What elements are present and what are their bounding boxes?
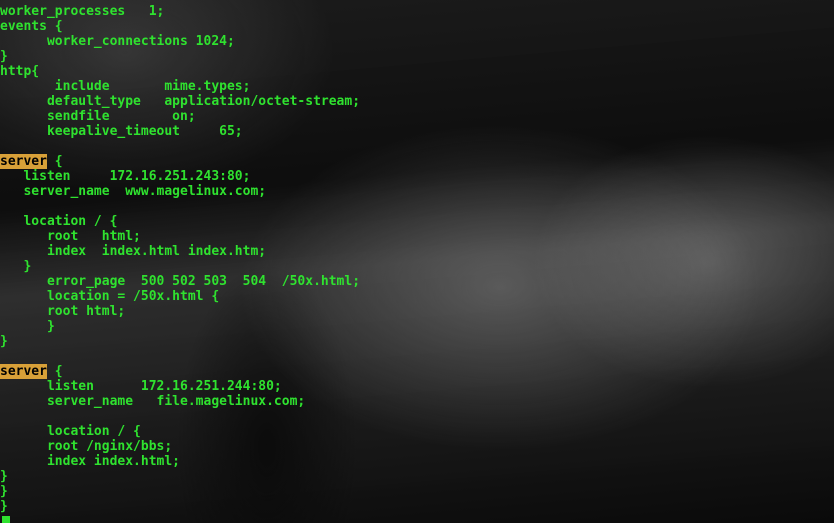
cfg-events-open: events { [0, 19, 63, 34]
highlight-server-1: server [0, 154, 47, 169]
highlight-server-2: server [0, 364, 47, 379]
cfg-server1-close: } [0, 334, 8, 349]
cfg-worker-connections: worker_connections 1024; [0, 34, 235, 49]
cfg-server1-listen: listen 172.16.251.243:80; [0, 169, 250, 184]
cfg-server1-brace: { [47, 154, 63, 169]
cfg-events-close: } [0, 49, 8, 64]
cfg-server1-location-open: location / { [0, 214, 117, 229]
cfg-server2-location-open: location / { [0, 424, 141, 439]
cfg-http-open: http{ [0, 64, 39, 79]
cfg-server1-error-page: error_page 500 502 503 504 /50x.html; [0, 274, 360, 289]
terminal-cursor[interactable] [2, 516, 10, 523]
cfg-server1-index: index index.html index.htm; [0, 244, 266, 259]
cfg-include: include mime.types; [0, 79, 250, 94]
cfg-server2-root: root /nginx/bbs; [0, 439, 172, 454]
cfg-close-brace-3: } [0, 499, 8, 514]
cfg-server1-50x-root: root html; [0, 304, 125, 319]
cfg-server2-listen: listen 172.16.251.244:80; [0, 379, 282, 394]
terminal-output: worker_processes 1; events { worker_conn… [0, 4, 360, 523]
cfg-close-brace-2: } [0, 484, 8, 499]
cfg-server2-name: server_name file.magelinux.com; [0, 394, 305, 409]
cfg-server1-50x-open: location = /50x.html { [0, 289, 219, 304]
cfg-keepalive: keepalive_timeout 65; [0, 124, 243, 139]
cfg-server2-brace: { [47, 364, 63, 379]
cfg-worker-processes: worker_processes 1; [0, 4, 164, 19]
cfg-sendfile: sendfile on; [0, 109, 196, 124]
cfg-default-type: default_type application/octet-stream; [0, 94, 360, 109]
cfg-close-brace-1: } [0, 469, 8, 484]
cfg-server1-50x-close: } [0, 319, 55, 334]
cfg-server1-location-close: } [0, 259, 31, 274]
cfg-server2-index: index index.html; [0, 454, 180, 469]
cfg-server1-name: server_name www.magelinux.com; [0, 184, 266, 199]
cfg-server1-root: root html; [0, 229, 141, 244]
